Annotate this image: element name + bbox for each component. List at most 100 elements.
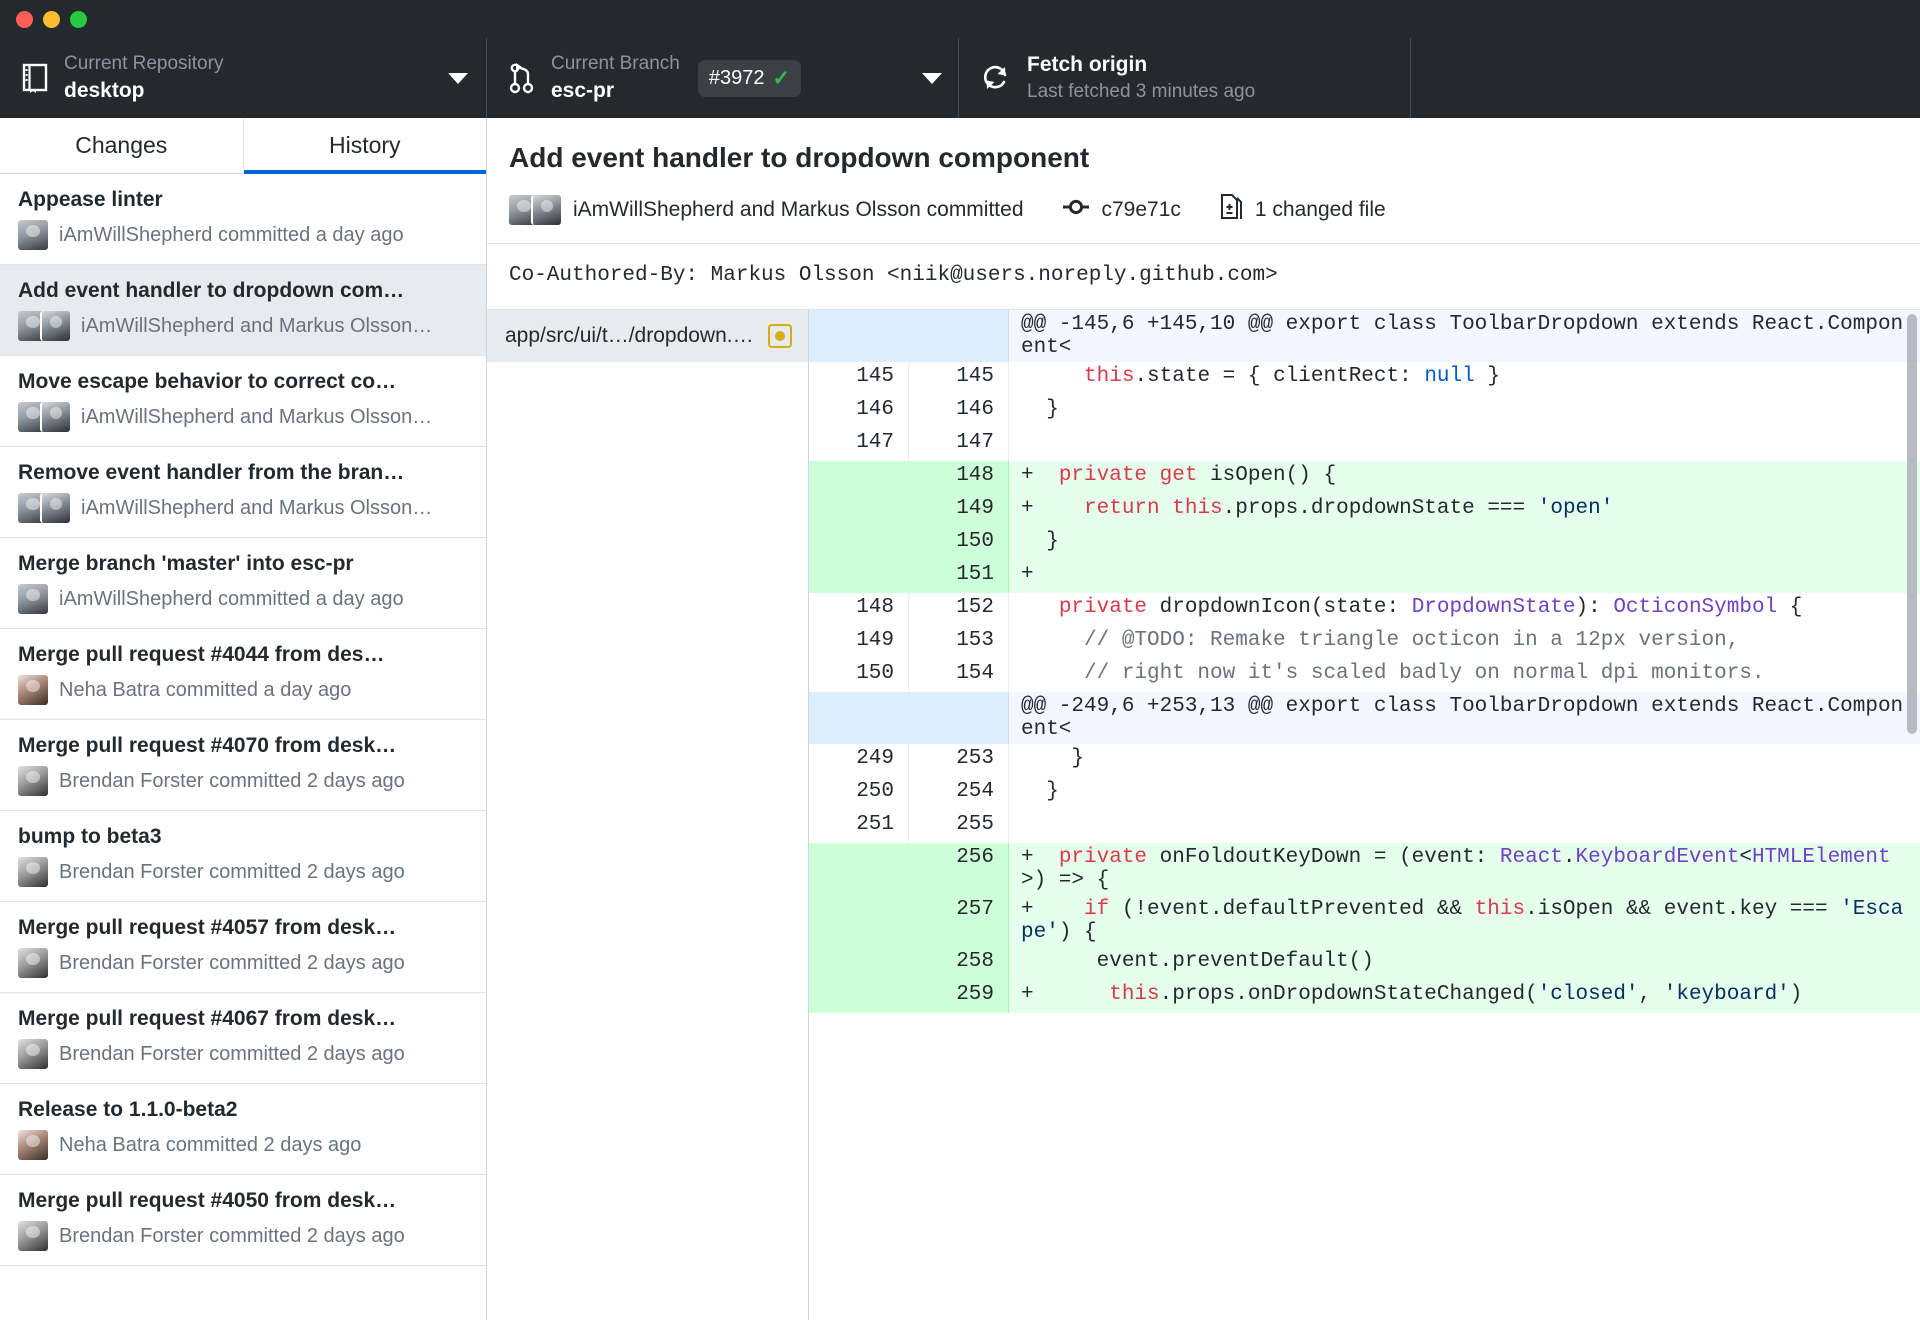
list-item[interactable]: Move escape behavior to correct co… iAmW…: [0, 356, 486, 447]
avatar: [18, 766, 48, 796]
commit-byline: iAmWillShepherd and Markus Olsson…: [81, 314, 433, 337]
tab-history[interactable]: History: [242, 118, 486, 174]
commit-byline: Brendan Forster committed 2 days ago: [59, 769, 405, 792]
list-item[interactable]: Merge pull request #4050 from desk… Bren…: [0, 1175, 486, 1266]
list-item[interactable]: Merge branch 'master' into esc-pr iAmWil…: [0, 538, 486, 629]
list-item[interactable]: Merge pull request #4057 from desk… Bren…: [0, 902, 486, 993]
diff-code: @@ -145,6 +145,10 @@ export class Toolba…: [1021, 313, 1904, 360]
avatar: [18, 584, 48, 614]
branch-icon: [509, 62, 535, 94]
diff-code: + this.props.onDropdownStateChanged('clo…: [1021, 983, 1803, 1007]
avatar: [18, 1130, 48, 1160]
diff-area: app/src/ui/t…/dropdown.tsx @@ -145,6 +14…: [487, 310, 1920, 1320]
diff-new-lineno: 151: [909, 560, 1009, 594]
commit-summary: Merge pull request #4070 from desk…: [18, 734, 397, 757]
diff-code: }: [1021, 530, 1059, 554]
diff-viewer[interactable]: @@ -145,6 +145,10 @@ export class Toolba…: [809, 310, 1920, 1320]
diff-code: + return this.props.dropdownState === 'o…: [1021, 497, 1614, 521]
pull-request-badge[interactable]: #3972 ✓: [697, 59, 802, 97]
diff-new-lineno: 259: [909, 980, 1009, 1014]
diff-row-context: 250 254 }: [809, 777, 1920, 811]
current-branch-button[interactable]: Current Branch esc-pr #3972 ✓: [487, 38, 959, 118]
commit-summary: Add event handler to dropdown com…: [18, 279, 405, 302]
chevron-down-icon[interactable]: [448, 72, 468, 84]
main-panel: Add event handler to dropdown component …: [487, 118, 1920, 1320]
list-item[interactable]: bump to beta3 Brendan Forster committed …: [0, 811, 486, 902]
diff-old-lineno: 146: [809, 395, 909, 429]
diff-row-hunk: @@ -145,6 +145,10 @@ export class Toolba…: [809, 310, 1920, 363]
changed-file-item[interactable]: app/src/ui/t…/dropdown.tsx: [487, 310, 808, 363]
avatar: [18, 220, 48, 250]
diff-code: + if (!event.defaultPrevented && this.is…: [1021, 898, 1904, 945]
diff-new-lineno: [909, 692, 1009, 745]
diff-row-context: 249 253 }: [809, 744, 1920, 778]
modified-status-icon: [768, 324, 792, 349]
tab-changes-label: Changes: [75, 132, 168, 158]
diff-row-added: 149 + return this.props.dropdownState ==…: [809, 494, 1920, 528]
maximize-window-button[interactable]: [70, 10, 87, 28]
commit-meta: Neha Batra committed a day ago: [18, 675, 470, 705]
fetch-origin-button[interactable]: Fetch origin Last fetched 3 minutes ago: [959, 38, 1411, 118]
diff-code: private dropdownIcon(state: DropdownStat…: [1058, 596, 1803, 620]
commit-byline: iAmWillShepherd committed a day ago: [59, 223, 404, 246]
diff-code: [1009, 810, 1920, 843]
sync-icon: [981, 63, 1011, 93]
chevron-down-icon[interactable]: [922, 72, 942, 84]
list-item[interactable]: Appease linter iAmWillShepherd committed…: [0, 174, 486, 265]
current-repository-label: Current Repository: [64, 53, 224, 75]
diff-old-lineno: 148: [809, 593, 909, 627]
diff-new-lineno: 253: [909, 744, 1009, 778]
commit-summary: Merge pull request #4057 from desk…: [18, 916, 397, 939]
current-branch-value: esc-pr: [551, 78, 615, 102]
list-item[interactable]: Merge pull request #4070 from desk… Bren…: [0, 720, 486, 811]
close-window-button[interactable]: [16, 10, 33, 28]
diff-code: +: [1021, 563, 1034, 587]
diff-scrollbar[interactable]: [1907, 314, 1917, 735]
commit-summary: Merge pull request #4067 from desk…: [18, 1007, 397, 1030]
commit-byline: iAmWillShepherd committed a day ago: [59, 587, 404, 610]
commit-summary: Release to 1.1.0-beta2: [18, 1098, 238, 1121]
diff-new-lineno: 150: [909, 527, 1009, 561]
diff-new-lineno: 148: [909, 461, 1009, 495]
commit-byline: Brendan Forster committed 2 days ago: [59, 860, 405, 883]
commit-list[interactable]: Appease linter iAmWillShepherd committed…: [0, 174, 486, 1320]
diff-new-lineno: 149: [909, 494, 1009, 528]
tab-changes[interactable]: Changes: [0, 118, 243, 173]
diff-new-lineno: [909, 310, 1009, 363]
commit-byline: iAmWillShepherd and Markus Olsson…: [81, 405, 433, 428]
list-item[interactable]: Merge pull request #4067 from desk… Bren…: [0, 993, 486, 1084]
diff-code: + private get isOpen() {: [1021, 464, 1337, 488]
minimize-window-button[interactable]: [43, 10, 60, 28]
list-item[interactable]: Release to 1.1.0-beta2 Neha Batra commit…: [0, 1084, 486, 1175]
avatar: [18, 493, 70, 523]
diff-old-lineno: [809, 947, 909, 981]
diff-new-lineno: 257: [909, 895, 1009, 948]
sidebar: Changes History Appease linter iAmWillSh…: [0, 118, 487, 1320]
commit-sha[interactable]: c79e71c: [1102, 198, 1181, 222]
list-item[interactable]: Remove event handler from the bran… iAmW…: [0, 447, 486, 538]
diff-old-lineno: [809, 980, 909, 1014]
commit-meta: iAmWillShepherd committed a day ago: [18, 584, 470, 614]
diff-row-context: 150 154 // right now it's scaled badly o…: [809, 659, 1920, 693]
diff-code: }: [1021, 398, 1059, 422]
diff-file-icon: [1219, 194, 1243, 225]
avatar: [18, 311, 70, 341]
diff-row-added: 150 }: [809, 527, 1920, 561]
diff-row-context: 251 255: [809, 810, 1920, 844]
list-item[interactable]: Merge pull request #4044 from des… Neha …: [0, 629, 486, 720]
diff-old-lineno: [809, 895, 909, 948]
list-item[interactable]: Add event handler to dropdown com… iAmWi…: [0, 265, 486, 356]
diff-old-lineno: [809, 843, 909, 896]
commit-byline: iAmWillShepherd and Markus Olsson…: [81, 496, 433, 519]
current-repository-button[interactable]: Current Repository desktop: [0, 38, 487, 118]
commit-summary: Merge pull request #4050 from desk…: [18, 1189, 397, 1212]
diff-row-context: 145 145 this.state = { clientRect: null …: [809, 362, 1920, 396]
avatar: [18, 402, 70, 432]
diff-old-lineno: 150: [809, 659, 909, 693]
commit-summary: Appease linter: [18, 188, 163, 211]
commit-meta: Brendan Forster committed 2 days ago: [18, 1039, 470, 1069]
commit-icon: [1062, 197, 1090, 222]
sidebar-tabs: Changes History: [0, 118, 486, 174]
diff-row-context: 146 146 }: [809, 395, 1920, 429]
diff-code: }: [1021, 747, 1085, 771]
